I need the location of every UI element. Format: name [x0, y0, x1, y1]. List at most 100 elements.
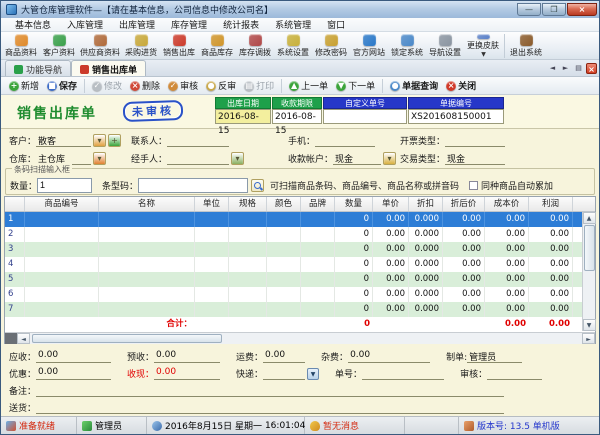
- cell[interactable]: 0.00: [529, 287, 573, 302]
- cell[interactable]: 0.00: [485, 287, 529, 302]
- doc-button-新增[interactable]: +新增: [5, 78, 43, 93]
- cell[interactable]: [195, 287, 229, 302]
- cell[interactable]: 0.00: [529, 212, 573, 227]
- cell[interactable]: [267, 227, 301, 242]
- cell[interactable]: [229, 302, 267, 317]
- cell[interactable]: 0.00: [443, 302, 485, 317]
- cell[interactable]: 0.000: [409, 212, 443, 227]
- cell[interactable]: [99, 227, 195, 242]
- doc-button-修改[interactable]: ✓修改: [88, 78, 126, 93]
- cell[interactable]: [229, 242, 267, 257]
- cell[interactable]: [195, 242, 229, 257]
- cell[interactable]: [25, 272, 99, 287]
- toolbar-button-13[interactable]: 退出系统: [507, 33, 545, 59]
- order-row2-value-1[interactable]: [167, 152, 229, 165]
- quantity-input[interactable]: [37, 178, 92, 193]
- cell[interactable]: 0.00: [373, 212, 409, 227]
- close-button[interactable]: ×: [567, 3, 597, 16]
- doc-button-反审[interactable]: ●反审: [202, 78, 240, 93]
- cell[interactable]: 0.00: [443, 257, 485, 272]
- field-value-3[interactable]: XS201608150001: [408, 109, 504, 124]
- scroll-right-icon[interactable]: ►: [582, 333, 595, 344]
- cell[interactable]: 0: [335, 227, 373, 242]
- table-row[interactable]: 400.000.0000.000.000.00: [5, 257, 595, 272]
- toolbar-button-2[interactable]: 供应商资料: [78, 33, 122, 59]
- header-成本价[interactable]: 成本价: [485, 197, 529, 211]
- doc-button-单据查询[interactable]: ●单据查询: [386, 78, 442, 93]
- toolbar-button-7[interactable]: 系统设置: [274, 33, 312, 59]
- tab-scroll-right-icon[interactable]: ►: [560, 63, 571, 74]
- cell[interactable]: 0.00: [443, 272, 485, 287]
- cell[interactable]: [25, 242, 99, 257]
- footer-row2-value-3[interactable]: [362, 367, 444, 380]
- toolbar-button-0[interactable]: 商品资料: [2, 33, 40, 59]
- cell[interactable]: 0: [335, 257, 373, 272]
- add-customer-icon[interactable]: +: [108, 134, 121, 147]
- footer-row1-value-3[interactable]: 0.00: [348, 350, 430, 363]
- menu-item-6[interactable]: 窗口: [319, 17, 353, 32]
- cell[interactable]: [195, 257, 229, 272]
- footer-row1-value-4[interactable]: 管理员: [467, 350, 522, 363]
- cell[interactable]: 0.00: [373, 287, 409, 302]
- title-bar[interactable]: 大管仓库管理软件—【请在基本信息，公司信息中修改公司名】 — ❒ ×: [1, 1, 599, 18]
- cell[interactable]: [195, 212, 229, 227]
- menu-item-0[interactable]: 基本信息: [7, 17, 59, 32]
- header-数量[interactable]: 数量: [335, 197, 373, 211]
- scroll-up-icon[interactable]: ▲: [583, 212, 596, 224]
- order-row1-value-3[interactable]: [445, 134, 505, 147]
- cell[interactable]: 0.000: [409, 227, 443, 242]
- header-单价[interactable]: 单价: [373, 197, 409, 211]
- cell[interactable]: 0: [335, 302, 373, 317]
- header-颜色[interactable]: 颜色: [267, 197, 301, 211]
- header-利润[interactable]: 利润: [529, 197, 573, 211]
- menu-item-4[interactable]: 统计报表: [215, 17, 267, 32]
- cell[interactable]: [301, 272, 335, 287]
- cell[interactable]: 0: [335, 212, 373, 227]
- tab-list-icon[interactable]: ▤: [573, 63, 584, 74]
- header-规格[interactable]: 规格: [229, 197, 267, 211]
- cell[interactable]: [267, 257, 301, 272]
- tab-功能导航[interactable]: 功能导航: [5, 60, 71, 76]
- menu-item-5[interactable]: 系统管理: [267, 17, 319, 32]
- table-row[interactable]: 700.000.0000.000.000.00: [5, 302, 595, 317]
- order-row1-value-2[interactable]: [315, 134, 375, 147]
- maximize-button[interactable]: ❒: [542, 3, 566, 16]
- vertical-scroll-thumb[interactable]: [584, 225, 595, 271]
- cell[interactable]: 0.00: [485, 302, 529, 317]
- horizontal-scroll-thumb[interactable]: [32, 334, 222, 343]
- vertical-scrollbar[interactable]: ▲ ▼: [582, 212, 595, 331]
- cell[interactable]: [301, 242, 335, 257]
- cell[interactable]: [267, 272, 301, 287]
- toolbar-button-5[interactable]: 商品库存: [198, 33, 236, 59]
- cell[interactable]: [99, 287, 195, 302]
- cell[interactable]: [229, 257, 267, 272]
- doc-button-打印[interactable]: ▤打印: [240, 78, 278, 93]
- cell[interactable]: [99, 272, 195, 287]
- footer-row2-value-0[interactable]: 0.00: [36, 367, 111, 380]
- table-row[interactable]: 600.000.0000.000.000.00: [5, 287, 595, 302]
- cell[interactable]: 0.00: [485, 212, 529, 227]
- table-row[interactable]: 100.000.0000.000.000.00: [5, 212, 595, 227]
- table-row[interactable]: 500.000.0000.000.000.00: [5, 272, 595, 287]
- cell[interactable]: [229, 227, 267, 242]
- toolbar-button-11[interactable]: 导航设置: [426, 33, 464, 59]
- cell[interactable]: [25, 302, 99, 317]
- cell[interactable]: [99, 242, 195, 257]
- toolbar-button-4[interactable]: 销售出库: [160, 33, 198, 59]
- footer-row1-value-1[interactable]: 0.00: [154, 350, 220, 363]
- footer-row2-value-2[interactable]: [263, 367, 305, 380]
- doc-button-审核[interactable]: ✓审核: [164, 78, 202, 93]
- cell[interactable]: [25, 257, 99, 272]
- cell[interactable]: 0.000: [409, 272, 443, 287]
- cell[interactable]: 0.00: [485, 227, 529, 242]
- cell[interactable]: 0.00: [443, 227, 485, 242]
- header-单位[interactable]: 单位: [195, 197, 229, 211]
- delivery-field[interactable]: [36, 401, 504, 414]
- tab-scroll-left-icon[interactable]: ◄: [547, 63, 558, 74]
- header-商品编号[interactable]: 商品编号: [25, 197, 99, 211]
- cell[interactable]: [99, 257, 195, 272]
- cell[interactable]: [267, 302, 301, 317]
- cell[interactable]: 0.00: [529, 257, 573, 272]
- doc-button-上一单[interactable]: ▲上一单: [285, 78, 332, 93]
- cell[interactable]: 0.00: [373, 302, 409, 317]
